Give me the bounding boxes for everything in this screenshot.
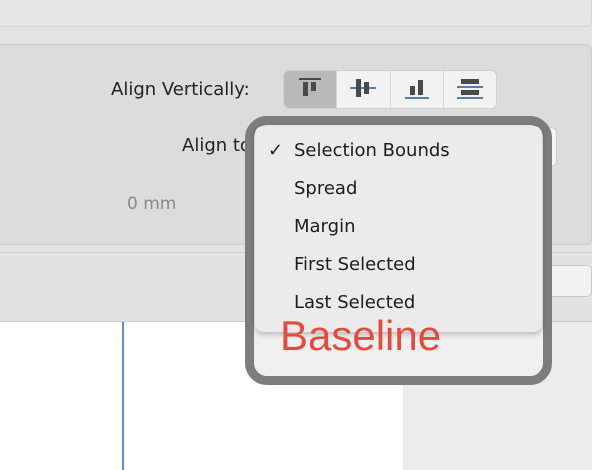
- baseline-annotation: Baseline: [280, 312, 442, 359]
- menu-item-label: First Selected: [294, 254, 416, 275]
- menu-item-first-selected[interactable]: First Selected: [255, 246, 542, 284]
- menu-item-label: Margin: [294, 216, 356, 237]
- menu-item-label: Selection Bounds: [294, 140, 450, 161]
- align-center-vertical-button[interactable]: [337, 71, 391, 108]
- guide-line[interactable]: [122, 322, 124, 470]
- align-baseline-button[interactable]: [444, 71, 496, 108]
- align-to-label: Align to: [182, 135, 251, 156]
- menu-item-selection-bounds[interactable]: ✓ Selection Bounds: [255, 132, 542, 170]
- align-bottom-icon: [404, 76, 430, 104]
- align-bottom-button[interactable]: [391, 71, 444, 108]
- align-baseline-icon: [456, 76, 484, 104]
- spacing-value: 0 mm: [127, 194, 177, 214]
- menu-item-spread[interactable]: Spread: [255, 170, 542, 208]
- align-top-icon: [298, 76, 322, 104]
- menu-item-label: Last Selected: [294, 292, 416, 313]
- top-panel: [0, 0, 592, 27]
- align-top-button[interactable]: [284, 71, 338, 108]
- align-to-dropdown-menu[interactable]: ✓ Selection Bounds Spread Margin First S…: [255, 126, 542, 332]
- align-vertically-segmented-control[interactable]: [283, 70, 497, 109]
- menu-item-margin[interactable]: Margin: [255, 208, 542, 246]
- menu-item-label: Spread: [294, 178, 358, 199]
- checkmark-icon: ✓: [268, 140, 284, 161]
- align-center-vertical-icon: [349, 76, 377, 104]
- align-vertically-label: Align Vertically:: [111, 79, 250, 100]
